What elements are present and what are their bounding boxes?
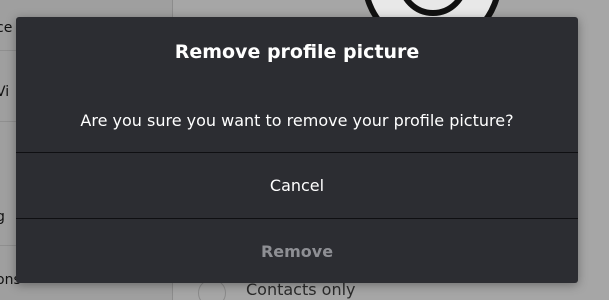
sidebar-item-label: g — [0, 209, 5, 225]
sidebar-item-label: Vi — [0, 84, 10, 100]
avatar-image — [398, 0, 468, 16]
sidebar-item-label: ce — [0, 20, 13, 36]
remove-profile-picture-dialog: Remove profile picture Are you sure you … — [16, 17, 578, 283]
dialog-message: Are you sure you want to remove your pro… — [80, 111, 514, 130]
divider — [16, 218, 578, 219]
divider — [16, 152, 578, 153]
remove-button[interactable]: Remove — [16, 220, 578, 284]
dialog-title: Remove profile picture — [174, 41, 420, 63]
cancel-button[interactable]: Cancel — [16, 154, 578, 218]
